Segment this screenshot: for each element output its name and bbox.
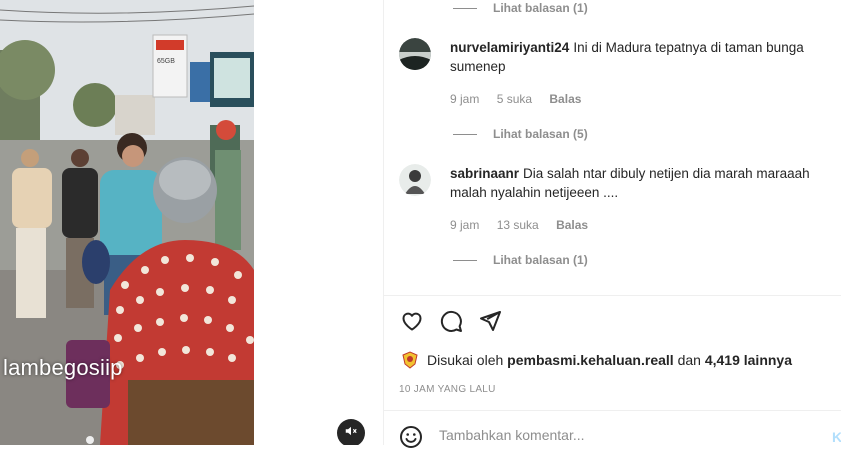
avatar[interactable]: [399, 38, 431, 70]
reply-line: [453, 133, 477, 135]
likes-user[interactable]: pembasmi.kehaluan.reall: [507, 352, 674, 368]
liker-avatar[interactable]: [399, 349, 421, 371]
comment-bar: K: [384, 410, 841, 449]
reply-line: [453, 7, 477, 9]
post-timestamp[interactable]: 10 JAM YANG LALU: [399, 384, 496, 395]
view-replies-label: Lihat balasan (1): [493, 1, 588, 15]
likes-connector: dan: [677, 352, 701, 368]
likes-prefix: Disukai oleh: [427, 352, 504, 368]
view-replies-label: Lihat balasan (1): [493, 253, 588, 267]
post-media[interactable]: 65GB lambegosiip: [0, 0, 383, 445]
mute-button[interactable]: [337, 419, 365, 445]
billboard-text: 65GB: [157, 58, 175, 65]
likes-summary: Disukai oleh pembasmi.kehaluan.reall dan…: [399, 349, 792, 371]
comment-text: nurvelamiriyanti24 Ini di Madura tepatnya…: [450, 38, 825, 76]
actions-divider: [384, 295, 841, 296]
view-replies-button[interactable]: Lihat balasan (5): [453, 127, 588, 141]
speaker-muted-icon: [344, 424, 358, 443]
comment-time[interactable]: 9 jam: [450, 218, 479, 232]
post-actions: [399, 310, 516, 336]
post-button[interactable]: K: [832, 429, 841, 445]
avatar[interactable]: [399, 164, 431, 196]
comment-meta: 9 jam 5 suka Balas: [450, 92, 595, 106]
comment-username[interactable]: nurvelamiriyanti24: [450, 40, 569, 55]
emoji-button[interactable]: [399, 425, 423, 449]
likes-count[interactable]: 4,419 lainnya: [705, 352, 792, 368]
comment-button[interactable]: [438, 310, 464, 336]
reply-button[interactable]: Balas: [556, 218, 588, 232]
comment-text: sabrinaanr Dia salah ntar dibuly netijen …: [450, 164, 825, 202]
comment-meta: 9 jam 13 suka Balas: [450, 218, 602, 232]
reply-line: [453, 259, 477, 261]
like-button[interactable]: [399, 310, 425, 336]
view-replies-button[interactable]: Lihat balasan (1): [453, 253, 588, 267]
comment-likes[interactable]: 5 suka: [497, 92, 532, 106]
comments-panel: Lihat balasan (1) nurvelamiriyanti24 Ini …: [384, 0, 841, 449]
heart-icon: [400, 309, 424, 338]
comment-likes[interactable]: 13 suka: [497, 218, 539, 232]
comment-icon: [439, 309, 463, 338]
video-watermark: lambegosiip: [3, 355, 123, 380]
share-button[interactable]: [477, 310, 503, 336]
comment-input[interactable]: [439, 427, 779, 443]
view-replies-label: Lihat balasan (5): [493, 127, 588, 141]
comment-time[interactable]: 9 jam: [450, 92, 479, 106]
view-replies-button[interactable]: Lihat balasan (1): [453, 1, 588, 15]
post-video[interactable]: 65GB lambegosiip: [0, 0, 254, 445]
send-icon: [478, 309, 502, 338]
reply-button[interactable]: Balas: [549, 92, 581, 106]
comment-username[interactable]: sabrinaanr: [450, 166, 519, 181]
